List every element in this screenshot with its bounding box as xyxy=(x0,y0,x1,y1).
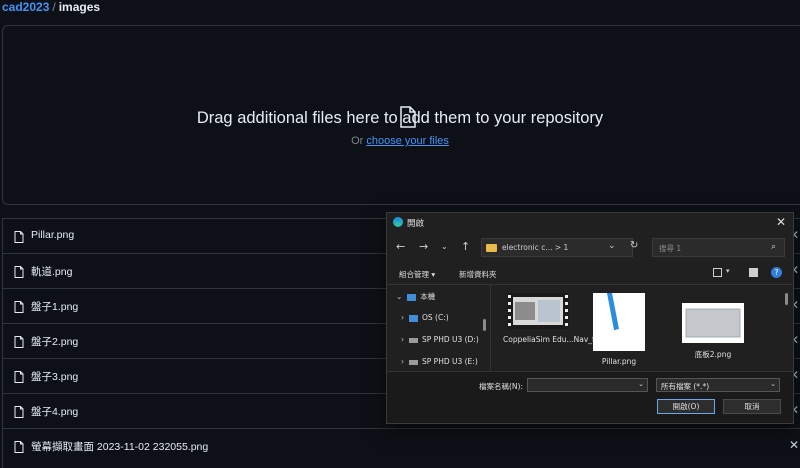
file-icon xyxy=(14,266,24,278)
file-icon xyxy=(14,371,24,383)
file-row: 螢幕擷取畫面 2023-11-02 232055.png ✕ xyxy=(3,429,800,464)
file-icon xyxy=(14,441,24,453)
image-thumbnail-icon xyxy=(682,303,744,343)
image-thumbnail-icon xyxy=(593,293,645,351)
drive-icon xyxy=(409,359,418,365)
address-path: electronic c... > 1 xyxy=(502,243,569,252)
computer-icon xyxy=(407,293,417,301)
nav-item-drive-d[interactable]: › SP PHD U3 (D:) xyxy=(401,335,479,344)
dialog-titlebar[interactable]: 開啟 ✕ xyxy=(387,213,793,233)
file-item[interactable]: Pillar.png xyxy=(589,293,649,366)
file-type-value: 所有檔案 (*.*) xyxy=(661,382,710,391)
breadcrumb: cad2023/images xyxy=(2,0,100,16)
dialog-close-icon[interactable]: ✕ xyxy=(776,215,786,229)
new-folder-button[interactable]: 新增資料夾 xyxy=(459,269,497,280)
nav-item-label: SP PHD U3 (D:) xyxy=(422,335,479,344)
file-name: 盤子3.png xyxy=(31,371,79,383)
folder-icon xyxy=(486,244,497,252)
repo-link[interactable]: cad2023 xyxy=(2,0,49,14)
open-file-dialog: 開啟 ✕ ← → ⌄ ↑ electronic c... > 1 ⌄ ↻ 搜尋 … xyxy=(386,212,794,424)
choose-files-link[interactable]: choose your files xyxy=(366,135,449,147)
chevron-right-icon[interactable]: › xyxy=(401,357,404,366)
dialog-navbar: ← → ⌄ ↑ electronic c... > 1 ⌄ ↻ 搜尋 1 ⌕ xyxy=(387,237,793,259)
file-browser-content: CoppeliaSim Edu...Nav_file Pillar.png 底板… xyxy=(491,285,793,371)
organize-menu[interactable]: 組合管理 ▾ xyxy=(399,269,435,280)
file-name: 螢幕擷取畫面 2023-11-02 232055.png xyxy=(31,441,209,453)
chevron-down-icon[interactable]: ⌄ xyxy=(638,380,644,388)
dropzone-or-text: Or xyxy=(351,135,364,147)
view-options-icon[interactable] xyxy=(713,268,722,277)
nav-item-label: SP PHD U3 (E:) xyxy=(422,357,478,366)
content-scrollbar[interactable] xyxy=(785,293,788,305)
file-name: 盤子1.png xyxy=(31,301,79,313)
dropzone-subtitle: Or choose your files xyxy=(0,135,800,147)
nav-item-label: OS (C:) xyxy=(422,313,449,322)
chevron-down-icon[interactable]: ⌄ xyxy=(608,241,616,251)
dropzone-title: Drag additional files here to add them t… xyxy=(196,109,604,127)
help-icon[interactable]: ? xyxy=(771,267,782,278)
open-button[interactable]: 開啟(O) xyxy=(657,399,715,414)
refresh-icon[interactable]: ↻ xyxy=(630,240,638,251)
nav-item-drive-e[interactable]: › SP PHD U3 (E:) xyxy=(401,357,478,366)
file-icon xyxy=(14,406,24,418)
file-item[interactable]: CoppeliaSim Edu...Nav_file xyxy=(503,293,604,344)
nav-item-label: 本機 xyxy=(420,292,436,301)
nav-item-this-pc[interactable]: ⌄ 本機 xyxy=(396,291,435,302)
nav-scrollbar[interactable] xyxy=(483,319,486,331)
file-icon xyxy=(14,231,24,243)
back-arrow-icon[interactable]: ← xyxy=(396,240,405,253)
file-item-caption: Pillar.png xyxy=(601,357,637,366)
current-folder: images xyxy=(58,0,101,14)
navigation-pane: ⌄ 本機 › OS (C:) › SP PHD U3 (D:) › SP PHD U3 … xyxy=(387,285,491,371)
chevron-right-icon[interactable]: › xyxy=(401,335,404,344)
dialog-footer: 檔案名稱(N): ⌄ 所有檔案 (*.*) ⌄ 開啟(O) 取消 xyxy=(387,371,793,423)
drive-icon xyxy=(409,337,418,343)
file-type-select[interactable]: 所有檔案 (*.*) ⌄ xyxy=(656,378,780,392)
edge-browser-icon xyxy=(393,217,403,227)
forward-arrow-icon[interactable]: → xyxy=(419,240,428,253)
file-name-label: 檔案名稱(N): xyxy=(479,382,523,391)
file-icon xyxy=(14,301,24,313)
search-input[interactable]: 搜尋 1 ⌕ xyxy=(652,238,785,257)
recent-locations-icon[interactable]: ⌄ xyxy=(441,242,448,251)
file-name: 盤子4.png xyxy=(31,406,79,418)
file-name: 盤子2.png xyxy=(31,336,79,348)
dialog-title: 開啟 xyxy=(407,219,425,229)
chevron-down-icon[interactable]: ⌄ xyxy=(396,292,402,301)
nav-item-drive-c[interactable]: › OS (C:) xyxy=(401,313,449,322)
search-icon: ⌕ xyxy=(771,242,777,252)
file-item-caption: 底板2.png xyxy=(694,350,732,359)
file-name: Pillar.png xyxy=(31,229,75,241)
file-name-input[interactable]: ⌄ xyxy=(527,378,648,392)
file-item[interactable]: 底板2.png xyxy=(675,293,751,360)
chevron-right-icon[interactable]: › xyxy=(401,313,404,322)
chevron-down-icon[interactable]: ▾ xyxy=(726,267,730,275)
file-icon xyxy=(14,336,24,348)
preview-pane-icon[interactable] xyxy=(749,268,758,277)
remove-file-icon[interactable]: ✕ xyxy=(789,438,799,452)
breadcrumb-separator: / xyxy=(52,0,56,14)
address-bar[interactable]: electronic c... > 1 ⌄ xyxy=(481,238,633,257)
file-item-caption: CoppeliaSim Edu...Nav_file xyxy=(503,335,604,344)
windows-drive-icon xyxy=(409,314,418,322)
up-arrow-icon[interactable]: ↑ xyxy=(461,240,470,253)
chevron-down-icon[interactable]: ⌄ xyxy=(770,380,776,388)
file-name: 軌道.png xyxy=(31,266,73,278)
dialog-toolbar: 組合管理 ▾ 新增資料夾 ▾ ? xyxy=(387,263,793,285)
search-placeholder: 搜尋 1 xyxy=(659,244,682,253)
video-thumbnail-icon xyxy=(507,293,569,329)
cancel-button[interactable]: 取消 xyxy=(723,399,781,414)
